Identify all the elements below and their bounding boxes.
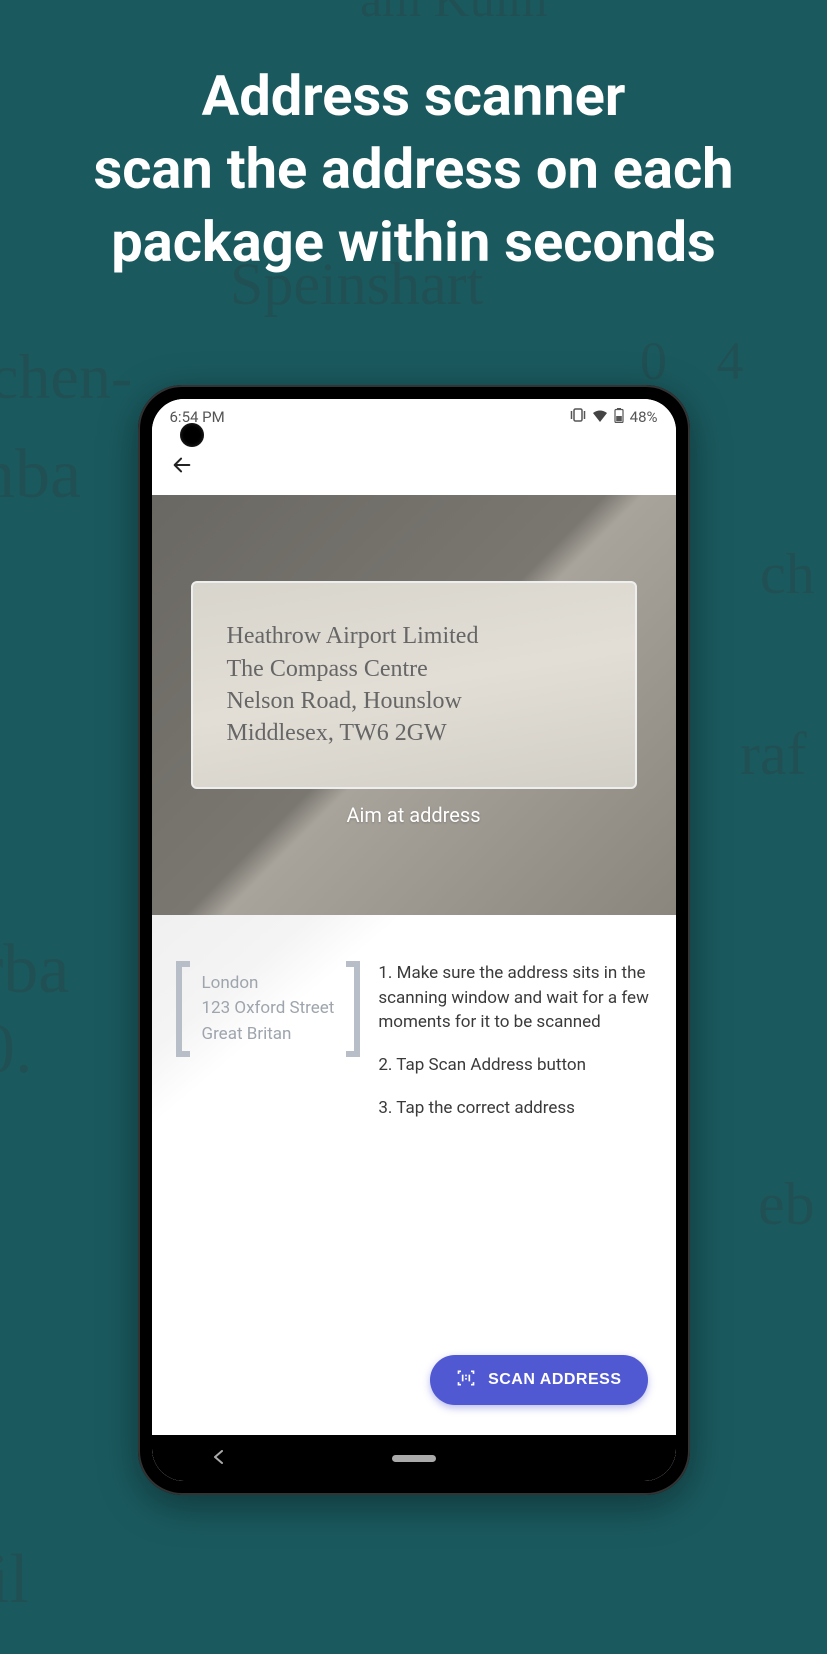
camera-hole: [180, 423, 204, 447]
scan-address-button[interactable]: SCAN ADDRESS: [430, 1355, 647, 1405]
back-button[interactable]: [168, 451, 196, 479]
example-line-1: London: [202, 971, 335, 997]
arrow-left-icon: [171, 454, 193, 476]
battery-icon: [614, 408, 624, 427]
instruction-step-1: 1. Make sure the address sits in the sca…: [378, 961, 651, 1035]
scan-window: Heathrow Airport Limited The Compass Cen…: [191, 581, 637, 789]
android-nav-bar: [152, 1435, 676, 1481]
status-bar: 6:54 PM 48%: [152, 399, 676, 435]
phone-screen: 6:54 PM 48% Heathrow Airport Li: [152, 399, 676, 1481]
scanned-line-4: Middlesex, TW6 2GW: [227, 717, 601, 749]
bracket-right-icon: [346, 961, 360, 1057]
scanned-line-1: Heathrow Airport Limited: [227, 620, 601, 652]
app-bar: [152, 435, 676, 495]
vibrate-icon: [570, 408, 586, 426]
aim-hint: Aim at address: [346, 803, 480, 827]
example-line-2: 123 Oxford Street: [202, 996, 335, 1022]
example-line-3: Great Britan: [202, 1022, 335, 1048]
scanned-line-2: The Compass Centre: [227, 653, 601, 685]
instruction-step-2: 2. Tap Scan Address button: [378, 1053, 651, 1078]
scanned-line-3: Nelson Road, Hounslow: [227, 685, 601, 717]
nav-back-icon[interactable]: [212, 1449, 226, 1468]
example-address: London 123 Oxford Street Great Britan: [176, 961, 361, 1057]
scan-button-label: SCAN ADDRESS: [488, 1371, 621, 1389]
instructions: 1. Make sure the address sits in the sca…: [378, 961, 651, 1411]
promo-headline: Address scanner scan the address on each…: [0, 0, 827, 278]
bracket-left-icon: [176, 961, 190, 1057]
lower-panel: London 123 Oxford Street Great Britan 1.…: [152, 915, 676, 1435]
instruction-step-3: 3. Tap the correct address: [378, 1096, 651, 1121]
phone-frame: 6:54 PM 48% Heathrow Airport Li: [138, 385, 690, 1495]
status-time: 6:54 PM: [170, 408, 225, 426]
nav-home-pill[interactable]: [392, 1455, 436, 1462]
wifi-icon: [592, 408, 608, 426]
battery-percent: 48%: [630, 408, 658, 426]
scan-icon: [456, 1368, 476, 1393]
camera-preview: Heathrow Airport Limited The Compass Cen…: [152, 495, 676, 915]
